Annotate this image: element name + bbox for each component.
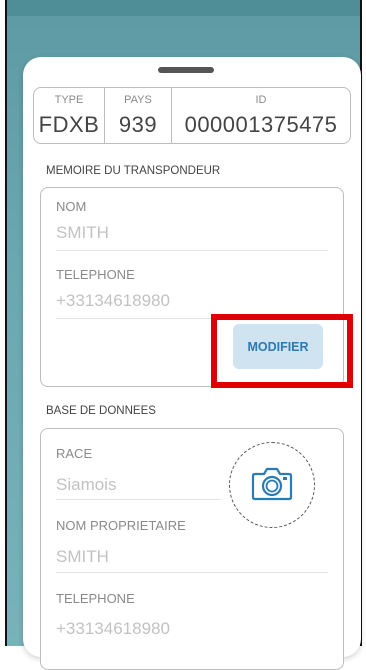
country-value: 939 (118, 112, 158, 137)
bottom-sheet: TYPE FDXB PAYS 939 ID 000001375475 MEMOI… (23, 57, 361, 670)
phone-underline (56, 318, 328, 319)
name-underline (56, 250, 328, 251)
id-cell: ID 000001375475 (172, 88, 350, 143)
modify-button[interactable]: MODIFIER (233, 324, 323, 369)
phone-field[interactable]: +33134618980 (56, 291, 170, 311)
country-cell: PAYS 939 (105, 88, 172, 143)
owner-underline (56, 572, 328, 573)
db-phone-label: TELEPHONE (56, 591, 135, 606)
drag-handle[interactable] (158, 67, 214, 73)
db-phone-field[interactable]: +33134618980 (56, 619, 170, 639)
id-label: ID (255, 94, 267, 106)
owner-field[interactable]: SMITH (56, 547, 109, 567)
transponder-memory-title: MEMOIRE DU TRANSPONDEUR (46, 165, 221, 177)
database-group: RACE Siamois NOM PROPRIETAIRE SMITH TELE… (40, 428, 344, 670)
name-field[interactable]: SMITH (56, 223, 109, 243)
breed-underline (56, 499, 221, 500)
phone-label: TELEPHONE (56, 267, 135, 282)
breed-field[interactable]: Siamois (56, 475, 116, 495)
photo-picker[interactable] (229, 442, 315, 528)
type-cell: TYPE FDXB (34, 88, 105, 143)
camera-icon (251, 467, 293, 501)
id-value: 000001375475 (184, 112, 338, 137)
transponder-memory-group: NOM SMITH TELEPHONE +33134618980 MODIFIE… (40, 187, 344, 387)
type-value: FDXB (38, 112, 100, 137)
app-bar (7, 0, 360, 16)
breed-label: RACE (56, 446, 93, 461)
country-label: PAYS (124, 94, 152, 106)
type-label: TYPE (54, 94, 84, 106)
name-label: NOM (56, 199, 87, 214)
identifier-row: TYPE FDXB PAYS 939 ID 000001375475 (33, 87, 351, 144)
owner-label: NOM PROPRIETAIRE (56, 518, 186, 533)
database-title: BASE DE DONNEES (46, 405, 156, 417)
